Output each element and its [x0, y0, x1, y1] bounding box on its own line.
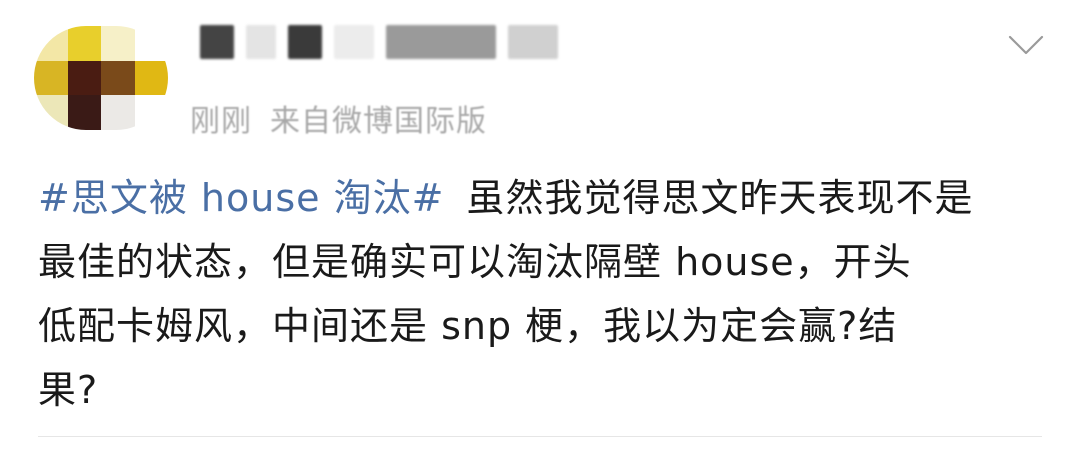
post-text-line-1: 虽然我觉得思文昨天表现不是 — [466, 176, 974, 220]
post-text-line-3: 低配卡姆风，中间还是 snp 梗，我以为定会赢?结 — [38, 304, 898, 348]
weibo-post: 刚刚 来自微博国际版 #思文被 house 淘汰# 虽然我觉得思文昨天表现不是 最佳… — [0, 0, 1080, 464]
post-source: 来自微博国际版 — [270, 104, 487, 139]
post-text-line-4: 果? — [38, 368, 99, 412]
post-meta: 刚刚 来自微博国际版 — [190, 100, 487, 144]
avatar[interactable] — [34, 26, 168, 130]
username-redacted[interactable] — [200, 22, 558, 62]
divider — [38, 436, 1042, 437]
chevron-down-icon[interactable] — [1006, 32, 1046, 58]
post-body: #思文被 house 淘汰# 虽然我觉得思文昨天表现不是 最佳的状态，但是确实可以… — [38, 166, 1048, 422]
post-time: 刚刚 — [190, 104, 252, 139]
hashtag-link[interactable]: #思文被 house 淘汰# — [38, 176, 444, 220]
post-text-line-2: 最佳的状态，但是确实可以淘汰隔壁 house，开头 — [38, 240, 912, 284]
